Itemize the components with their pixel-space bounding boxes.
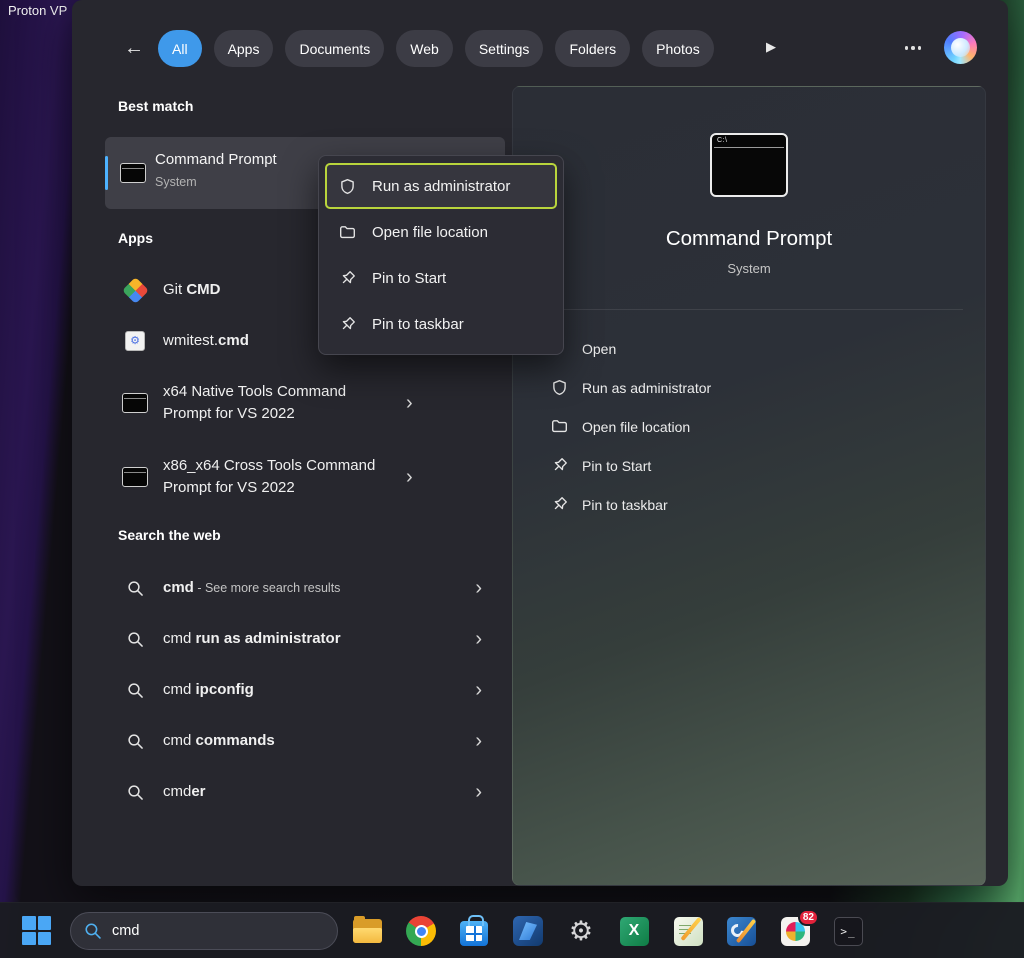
terminal-icon[interactable]: >_	[832, 915, 864, 947]
search-icon	[122, 631, 148, 648]
app-result-x64-native-tools[interactable]: x64 Native Tools Command Prompt for VS 2…	[112, 368, 488, 438]
chevron-right-icon[interactable]: ›	[475, 731, 482, 751]
search-icon	[122, 682, 148, 699]
notes-app-icon[interactable]	[672, 915, 704, 947]
preview-subtitle: System	[513, 261, 985, 276]
result-text: x64 Native Tools Command Prompt for VS 2…	[163, 381, 391, 425]
action-pin-to-start[interactable]: Pin to Start	[549, 446, 965, 485]
desktop-wallpaper-label: Proton VP	[8, 3, 67, 18]
back-button[interactable]: ←	[120, 33, 148, 63]
filter-documents[interactable]: Documents	[285, 30, 384, 67]
filter-apps[interactable]: Apps	[214, 30, 274, 67]
filter-folders[interactable]: Folders	[555, 30, 630, 67]
search-icon	[122, 733, 148, 750]
result-text: cmd ipconfig	[163, 679, 460, 701]
taskbar-search-box[interactable]	[70, 912, 338, 950]
copilot-icon[interactable]	[944, 31, 977, 64]
blue-app-icon[interactable]	[512, 915, 544, 947]
result-text: cmd commands	[163, 730, 460, 752]
result-text: cmder	[163, 781, 460, 803]
search-flyout-window: ← All Apps Documents Web Settings Folder…	[72, 0, 1008, 886]
app-result-x86-x64-cross-tools[interactable]: x86_x64 Cross Tools Command Prompt for V…	[112, 442, 488, 512]
action-pin-to-taskbar[interactable]: Pin to taskbar	[549, 485, 965, 524]
command-prompt-icon	[120, 163, 146, 183]
best-match-heading: Best match	[118, 98, 193, 114]
filter-photos[interactable]: Photos	[642, 30, 714, 67]
preview-action-list: Open Run as administrator Open file loca…	[549, 329, 965, 524]
action-open[interactable]: Open	[549, 329, 965, 368]
excel-icon[interactable]: X	[618, 915, 650, 947]
chrome-icon[interactable]	[405, 915, 437, 947]
desktop: Proton VP ← All Apps Documents Web Setti…	[0, 0, 1024, 958]
taskbar: ⚙ X 82 >_	[0, 902, 1024, 958]
chevron-right-icon[interactable]: ›	[475, 782, 482, 802]
taskbar-search-input[interactable]	[112, 923, 324, 939]
search-icon	[122, 580, 148, 597]
context-pin-to-start[interactable]: Pin to Start	[325, 255, 557, 301]
apps-heading: Apps	[118, 230, 153, 246]
start-button[interactable]	[22, 916, 52, 946]
filter-all[interactable]: All	[158, 30, 202, 67]
result-text: x86_x64 Cross Tools Command Prompt for V…	[163, 455, 391, 499]
cmd-file-icon: ⚙	[122, 331, 148, 351]
best-match-title: Command Prompt	[155, 151, 277, 168]
pin-icon	[549, 457, 569, 474]
slack-icon[interactable]: 82	[779, 915, 811, 947]
search-icon	[84, 922, 102, 940]
result-text: cmd run as administrator	[163, 628, 460, 650]
action-run-as-administrator[interactable]: Run as administrator	[549, 368, 965, 407]
context-run-as-administrator[interactable]: Run as administrator	[325, 163, 557, 209]
chevron-right-icon[interactable]: ›	[475, 680, 482, 700]
result-text: cmd - See more search results	[163, 577, 460, 599]
more-filters-icon[interactable]: ▶	[766, 39, 776, 55]
preview-title: Command Prompt	[513, 227, 985, 251]
folder-icon	[337, 224, 357, 241]
chevron-right-icon[interactable]: ›	[406, 393, 413, 413]
chevron-right-icon[interactable]: ›	[475, 578, 482, 598]
settings-gear-icon[interactable]: ⚙	[565, 915, 597, 947]
file-explorer-icon[interactable]	[351, 915, 383, 947]
filter-settings[interactable]: Settings	[465, 30, 544, 67]
web-suggestion-cmd-ipconfig[interactable]: cmd ipconfig ›	[112, 666, 488, 714]
command-prompt-icon	[122, 467, 148, 487]
search-web-heading: Search the web	[118, 527, 221, 543]
shield-icon	[337, 178, 357, 195]
context-pin-to-taskbar[interactable]: Pin to taskbar	[325, 301, 557, 347]
preview-panel: C:\ Command Prompt System Open Run as ad…	[512, 86, 986, 886]
best-match-subtitle: System	[155, 175, 197, 189]
git-icon	[122, 281, 148, 300]
pin-icon	[337, 316, 357, 333]
web-suggestion-cmd-commands[interactable]: cmd commands ›	[112, 717, 488, 765]
shield-icon	[549, 379, 569, 396]
notification-badge: 82	[798, 909, 819, 926]
chevron-right-icon[interactable]: ›	[406, 467, 413, 487]
context-menu: Run as administrator Open file location …	[318, 155, 564, 355]
chevron-right-icon[interactable]: ›	[475, 629, 482, 649]
divider	[535, 309, 963, 310]
search-filter-bar: All Apps Documents Web Settings Folders …	[158, 30, 714, 67]
action-open-file-location[interactable]: Open file location	[549, 407, 965, 446]
pin-icon	[337, 270, 357, 287]
folder-icon	[549, 418, 569, 435]
web-suggestion-cmd-run-as-administrator[interactable]: cmd run as administrator ›	[112, 615, 488, 663]
more-options-button[interactable]	[898, 34, 928, 62]
microsoft-store-icon[interactable]	[458, 915, 490, 947]
pin-icon	[549, 496, 569, 513]
filter-web[interactable]: Web	[396, 30, 453, 67]
web-suggestion-cmd[interactable]: cmd - See more search results ›	[112, 564, 488, 612]
search-icon	[122, 784, 148, 801]
command-prompt-icon-large: C:\	[710, 133, 788, 197]
command-prompt-icon	[122, 393, 148, 413]
selection-accent-bar	[105, 156, 108, 190]
pen-app-icon[interactable]	[725, 915, 757, 947]
web-suggestion-cmder[interactable]: cmder ›	[112, 768, 488, 816]
context-open-file-location[interactable]: Open file location	[325, 209, 557, 255]
